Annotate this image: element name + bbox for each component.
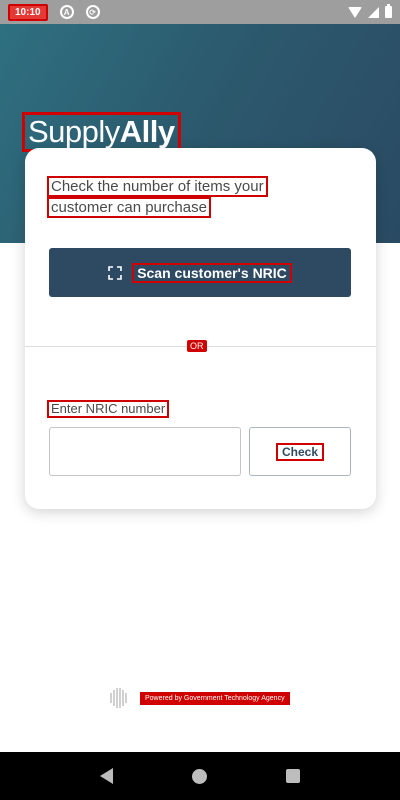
back-icon[interactable] [99,768,113,784]
nric-input[interactable] [49,427,241,476]
card-heading-line1: Check the number of items your [47,176,268,197]
app-logo: SupplyAlly [22,112,181,152]
footer: Powered by Government Technology Agency [108,686,290,710]
scan-nric-label: Scan customer's NRIC [132,262,292,283]
recent-apps-icon[interactable] [286,769,301,783]
status-time: 10:10 [8,3,48,21]
check-card: Check the number of items your customer … [25,148,376,509]
navigation-bar [0,752,400,800]
divider-or-text: OR [187,340,207,352]
govtech-logo-icon [110,688,127,708]
wifi-icon [348,6,362,18]
card-heading-line2: customer can purchase [47,197,211,218]
signal-icon [368,6,379,18]
check-button-label: Check [275,442,325,461]
battery-icon [385,4,392,18]
status-bar: 10:10 A ⟳ [0,0,400,24]
nric-label: Enter NRIC number [47,400,170,418]
check-button[interactable]: Check [249,427,351,476]
a-icon: A [59,5,74,19]
home-icon[interactable] [191,768,207,784]
scan-icon [108,265,122,280]
footer-text: Powered by Government Technology Agency [140,691,290,705]
card-heading: Check the number of items your customer … [47,176,307,218]
sync-icon: ⟳ [85,5,100,19]
scan-nric-button[interactable]: Scan customer's NRIC [49,248,351,297]
